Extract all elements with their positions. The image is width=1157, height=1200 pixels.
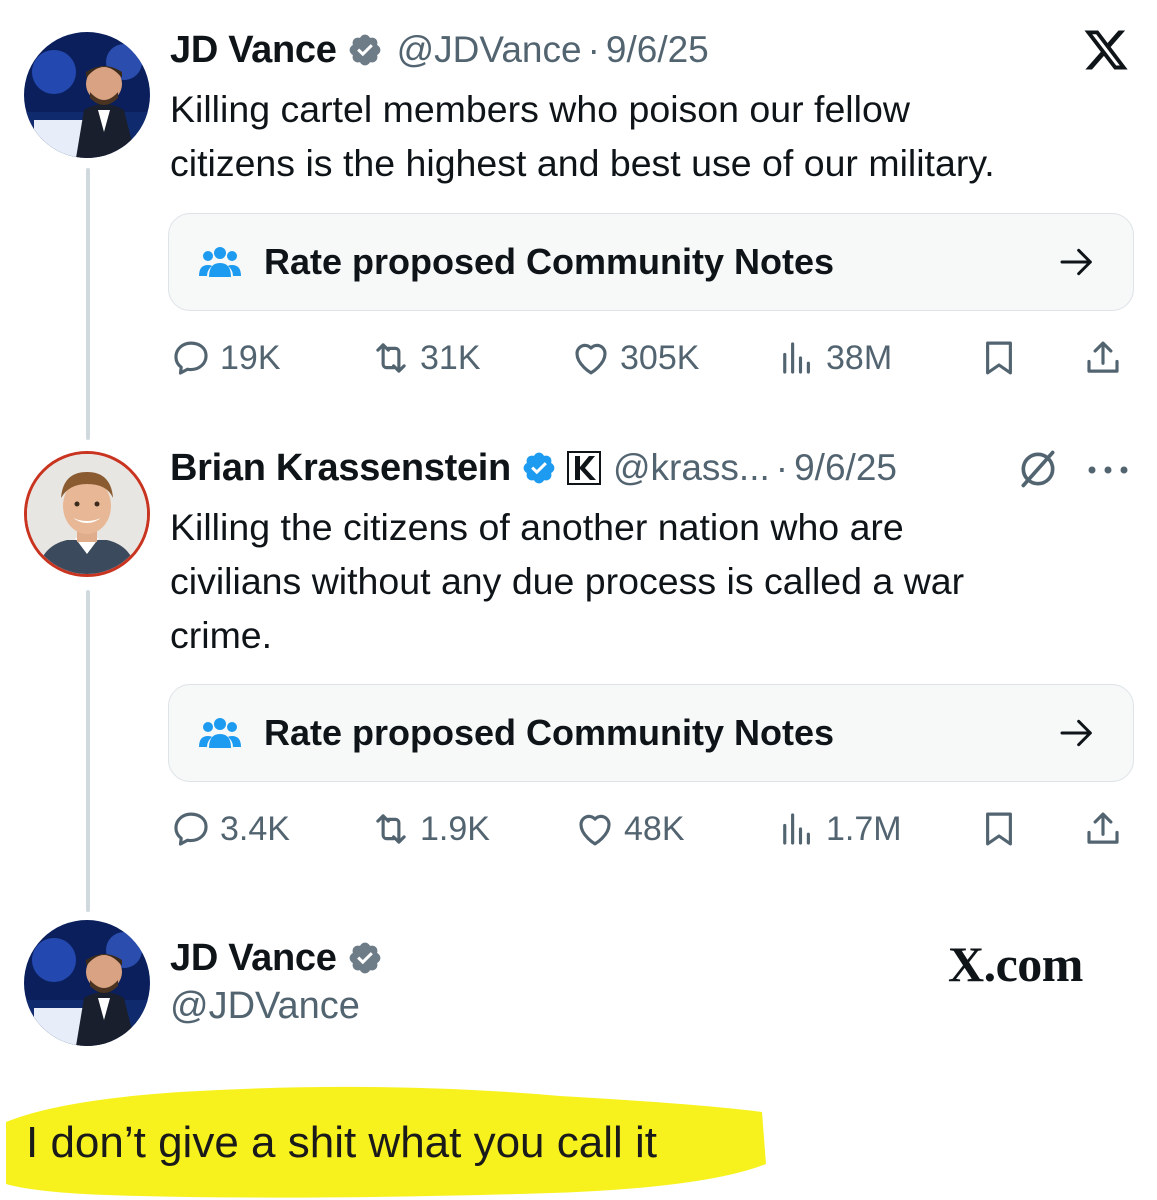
repost-icon [376, 814, 406, 844]
like-button[interactable]: 305K [570, 333, 699, 383]
bookmark-icon [986, 341, 1012, 375]
views-button[interactable]: 38M [776, 333, 892, 383]
reply-caption: I don’t give a shit what you call it [26, 1118, 657, 1167]
bookmark-button[interactable] [978, 804, 1020, 854]
community-notes-button[interactable]: Rate proposed Community Notes [168, 213, 1134, 311]
reply-count: 3.4K [220, 809, 290, 848]
x-logo-icon [1084, 30, 1128, 70]
arrow-right-icon [1060, 719, 1092, 747]
repost-button[interactable]: 31K [370, 333, 481, 383]
tweet1-action-bar: 19K 31K 305K 38M [170, 333, 1135, 383]
share-button[interactable] [1082, 804, 1124, 854]
reply-button[interactable]: 3.4K [170, 804, 290, 854]
views-count: 38M [826, 338, 893, 377]
tweet1-text-line-2: citizens is the highest and best use of … [170, 142, 995, 184]
reply-button[interactable]: 19K [170, 333, 281, 383]
avatar-jd-vance[interactable] [24, 32, 150, 158]
author-name[interactable]: JD Vance [170, 937, 337, 980]
share-icon [1087, 812, 1119, 844]
repost-count: 1.9K [420, 809, 490, 848]
thread-line-1 [86, 168, 90, 440]
like-count: 48K [624, 809, 685, 848]
like-count: 305K [620, 338, 700, 377]
community-notes-icon [199, 718, 241, 748]
share-button[interactable] [1082, 333, 1124, 383]
views-icon [783, 813, 810, 845]
community-notes-button[interactable]: Rate proposed Community Notes [168, 684, 1134, 782]
reply-card-header: JD Vance [170, 932, 383, 984]
community-notes-label: Rate proposed Community Notes [264, 241, 835, 282]
author-handle[interactable]: @krass... [613, 447, 770, 489]
tweet2-text-line-2: civilians without any due process is cal… [170, 560, 965, 602]
tweet2-text-line-1: Killing the citizens of another nation w… [170, 506, 904, 548]
separator-dot: · [587, 29, 600, 70]
heart-icon [579, 814, 611, 846]
like-button[interactable]: 48K [574, 804, 685, 854]
views-button[interactable]: 1.7M [776, 804, 902, 854]
repost-button[interactable]: 1.9K [370, 804, 490, 854]
arrow-right-icon [1060, 248, 1092, 276]
thread-line-2 [86, 590, 90, 912]
community-notes-label: Rate proposed Community Notes [264, 712, 835, 753]
share-icon [1087, 341, 1119, 373]
author-handle[interactable]: @JDVance [397, 29, 582, 71]
tweet-date[interactable]: 9/6/25 [794, 447, 897, 489]
reply-icon [174, 341, 208, 375]
tweet2-action-bar: 3.4K 1.9K 48K 1.7M [170, 804, 1135, 854]
tweet2-header: Brian Krassenstein @krass... · 9/6/25 [170, 442, 897, 494]
tweet-date[interactable]: 9/6/25 [606, 29, 709, 71]
x-com-brand: X.com [948, 936, 1083, 992]
bookmark-icon [986, 812, 1012, 846]
tweet1-text: Killing cartel members who poison our fe… [170, 82, 1130, 190]
author-name[interactable]: Brian Krassenstein [170, 447, 511, 490]
tweet2-text-line-3: crime. [170, 614, 273, 656]
verified-badge-icon [349, 942, 380, 974]
tweet1-header: JD Vance @JDVance · 9/6/25 [170, 24, 709, 76]
reply-icon [174, 812, 208, 846]
separator-dot: · [775, 447, 789, 488]
more-options-icon[interactable] [1086, 465, 1130, 475]
repost-count: 31K [420, 338, 481, 377]
heart-icon [575, 343, 607, 375]
affiliation-badge-icon [566, 451, 601, 485]
community-notes-icon [199, 247, 241, 277]
bookmark-button[interactable] [978, 333, 1020, 383]
avatar-brian-krassenstein[interactable] [24, 451, 150, 577]
tweet1-text-line-1: Killing cartel members who poison our fe… [170, 88, 910, 130]
verified-badge-icon [523, 452, 555, 484]
repost-icon [376, 343, 406, 373]
views-icon [783, 342, 810, 374]
grok-icon[interactable] [1016, 447, 1060, 491]
avatar-jd-vance[interactable] [24, 920, 150, 1046]
tweet2-text: Killing the citizens of another nation w… [170, 500, 1130, 662]
author-handle[interactable]: @JDVance [170, 985, 360, 1028]
views-count: 1.7M [826, 809, 902, 848]
verified-badge-icon [349, 34, 380, 66]
reply-count: 19K [220, 338, 281, 377]
author-name[interactable]: JD Vance [170, 29, 337, 72]
